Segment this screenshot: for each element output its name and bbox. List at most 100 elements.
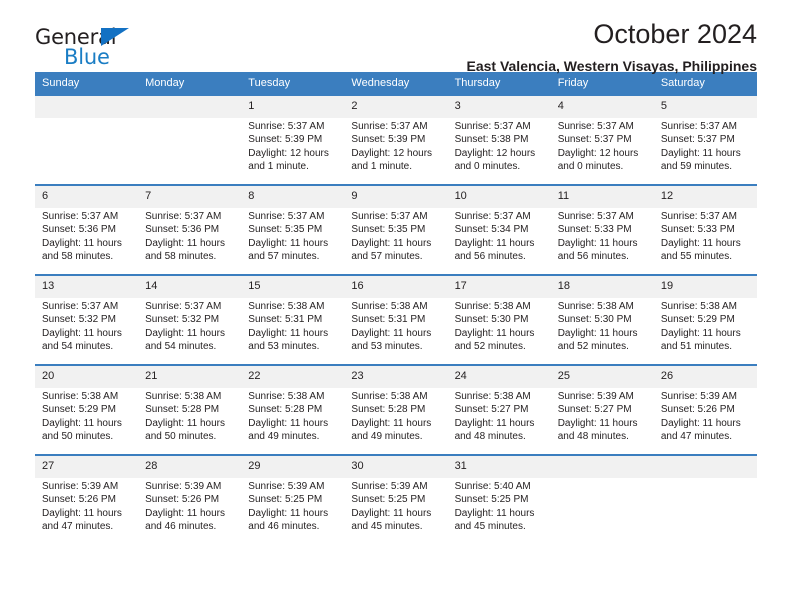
calendar-day-cell[interactable]: 24 Sunrise: 5:38 AM Sunset: 5:27 PM Dayligh… [447, 365, 551, 455]
calendar-day-cell[interactable]: 16 Sunrise: 5:38 AM Sunset: 5:31 PM Dayligh… [344, 275, 448, 365]
calendar-day-cell[interactable]: 4 Sunrise: 5:37 AM Sunset: 5:37 PM Daylight… [550, 95, 654, 185]
calendar-day-cell[interactable]: 23 Sunrise: 5:38 AM Sunset: 5:28 PM Dayligh… [344, 365, 448, 455]
calendar-day-cell[interactable]: 21 Sunrise: 5:38 AM Sunset: 5:28 PM Dayligh… [138, 365, 242, 455]
calendar-day-cell[interactable]: 5 Sunrise: 5:37 AM Sunset: 5:37 PM Daylight… [653, 95, 757, 185]
day-number: 13 [35, 276, 139, 298]
daylight-duration-line2: and 46 minutes. [145, 520, 217, 532]
day-details: Sunrise: 5:37 AM Sunset: 5:34 PM Daylight:… [448, 208, 551, 263]
day-number: 28 [138, 456, 242, 478]
daylight-duration-line1: Daylight: 11 hours [248, 327, 329, 339]
sunset-time: Sunset: 5:26 PM [145, 494, 220, 506]
calendar-day-cell[interactable]: 8 Sunrise: 5:37 AM Sunset: 5:35 PM Daylight… [241, 185, 345, 275]
daylight-duration-line1: Daylight: 11 hours [454, 417, 535, 429]
page-title: October 2024 [593, 19, 757, 49]
calendar-day-cell[interactable]: 30 Sunrise: 5:39 AM Sunset: 5:25 PM Dayligh… [344, 455, 448, 544]
calendar-day-cell[interactable]: 9 Sunrise: 5:37 AM Sunset: 5:35 PM Daylight… [344, 185, 448, 275]
calendar-day-cell[interactable]: 31 Sunrise: 5:40 AM Sunset: 5:25 PM Dayligh… [447, 455, 551, 544]
day-number [653, 456, 757, 478]
location-subtitle: East Valencia, Western Visayas, Philippi… [466, 58, 757, 74]
calendar-day-cell[interactable]: 13 Sunrise: 5:37 AM Sunset: 5:32 PM Dayligh… [35, 275, 139, 365]
calendar-day-cell[interactable]: 12 Sunrise: 5:37 AM Sunset: 5:33 PM Dayligh… [653, 185, 757, 275]
sunset-time: Sunset: 5:39 PM [351, 134, 426, 146]
sunset-time: Sunset: 5:28 PM [248, 404, 323, 416]
calendar-empty-cell [35, 95, 139, 185]
calendar-day-cell[interactable]: 11 Sunrise: 5:37 AM Sunset: 5:33 PM Dayligh… [550, 185, 654, 275]
generalblue-logo[interactable]: General Blue [35, 26, 155, 72]
day-details: Sunrise: 5:38 AM Sunset: 5:30 PM Daylight:… [551, 298, 654, 353]
daylight-duration-line1: Daylight: 11 hours [145, 417, 225, 429]
day-number: 12 [653, 186, 757, 208]
calendar-week-row: 6 Sunrise: 5:37 AM Sunset: 5:36 PM Daylight… [35, 185, 757, 275]
sunrise-time: Sunrise: 5:38 AM [660, 301, 737, 312]
weekday-header-monday: Monday [138, 72, 242, 95]
daylight-duration-line1: Daylight: 11 hours [660, 417, 741, 429]
sunset-time: Sunset: 5:25 PM [454, 494, 529, 506]
daylight-duration-line1: Daylight: 11 hours [248, 237, 329, 249]
calendar-day-cell[interactable]: 28 Sunrise: 5:39 AM Sunset: 5:26 PM Dayligh… [138, 455, 242, 544]
calendar-day-cell[interactable]: 1 Sunrise: 5:37 AM Sunset: 5:39 PM Daylight… [241, 95, 345, 185]
calendar-day-cell[interactable]: 26 Sunrise: 5:39 AM Sunset: 5:26 PM Dayligh… [653, 365, 757, 455]
daylight-duration-line1: Daylight: 11 hours [351, 417, 432, 429]
day-number: 25 [550, 366, 654, 388]
daylight-duration-line2: and 46 minutes. [248, 520, 320, 532]
day-number: 29 [241, 456, 345, 478]
weekday-header-tuesday: Tuesday [241, 72, 345, 95]
weekday-header-thursday: Thursday [447, 72, 551, 95]
daylight-duration-line2: and 54 minutes. [145, 340, 217, 352]
day-number: 3 [447, 96, 551, 118]
calendar-day-cell[interactable]: 18 Sunrise: 5:38 AM Sunset: 5:30 PM Dayligh… [550, 275, 654, 365]
sunset-time: Sunset: 5:32 PM [145, 314, 220, 326]
day-number: 23 [344, 366, 448, 388]
calendar-empty-cell [138, 95, 242, 185]
day-number: 22 [241, 366, 345, 388]
sunrise-time: Sunrise: 5:37 AM [145, 301, 222, 312]
calendar-day-cell[interactable]: 7 Sunrise: 5:37 AM Sunset: 5:36 PM Daylight… [138, 185, 242, 275]
daylight-duration-line1: Daylight: 11 hours [660, 237, 741, 249]
sunrise-time: Sunrise: 5:37 AM [557, 211, 634, 222]
day-number: 15 [241, 276, 345, 298]
sunrise-time: Sunrise: 5:39 AM [351, 481, 428, 492]
day-number: 26 [653, 366, 757, 388]
daylight-duration-line1: Daylight: 11 hours [42, 417, 122, 429]
sunrise-time: Sunrise: 5:37 AM [248, 121, 325, 132]
sunset-time: Sunset: 5:35 PM [351, 224, 426, 236]
calendar-day-cell[interactable]: 27 Sunrise: 5:39 AM Sunset: 5:26 PM Dayligh… [35, 455, 139, 544]
sunset-time: Sunset: 5:36 PM [42, 224, 116, 236]
day-number: 18 [550, 276, 654, 298]
daylight-duration-line1: Daylight: 11 hours [454, 507, 535, 519]
day-number: 14 [138, 276, 242, 298]
sunrise-time: Sunrise: 5:37 AM [660, 121, 737, 132]
calendar-day-cell[interactable]: 6 Sunrise: 5:37 AM Sunset: 5:36 PM Daylight… [35, 185, 139, 275]
calendar-day-cell[interactable]: 20 Sunrise: 5:38 AM Sunset: 5:29 PM Dayligh… [35, 365, 139, 455]
calendar-day-cell[interactable]: 29 Sunrise: 5:39 AM Sunset: 5:25 PM Dayligh… [241, 455, 345, 544]
sunset-time: Sunset: 5:26 PM [660, 404, 735, 416]
daylight-duration-line2: and 1 minute. [248, 160, 309, 172]
calendar-day-cell[interactable]: 10 Sunrise: 5:37 AM Sunset: 5:34 PM Dayligh… [447, 185, 551, 275]
calendar-day-cell[interactable]: 25 Sunrise: 5:39 AM Sunset: 5:27 PM Dayligh… [550, 365, 654, 455]
calendar-day-cell[interactable]: 14 Sunrise: 5:37 AM Sunset: 5:32 PM Dayligh… [138, 275, 242, 365]
sunset-time: Sunset: 5:31 PM [248, 314, 323, 326]
calendar-page: General Blue October 2024 East Valencia,… [0, 0, 792, 612]
daylight-duration-line2: and 45 minutes. [454, 520, 526, 532]
calendar-day-cell[interactable]: 3 Sunrise: 5:37 AM Sunset: 5:38 PM Daylight… [447, 95, 551, 185]
sunset-time: Sunset: 5:31 PM [351, 314, 426, 326]
daylight-duration-line2: and 1 minute. [351, 160, 413, 172]
sunrise-time: Sunrise: 5:39 AM [660, 391, 737, 402]
day-number: 4 [550, 96, 654, 118]
calendar-day-cell[interactable]: 17 Sunrise: 5:38 AM Sunset: 5:30 PM Dayligh… [447, 275, 551, 365]
daylight-duration-line1: Daylight: 11 hours [42, 507, 122, 519]
daylight-duration-line2: and 0 minutes. [557, 160, 624, 172]
logo-text-blue: Blue [64, 45, 110, 69]
calendar-day-cell[interactable]: 15 Sunrise: 5:38 AM Sunset: 5:31 PM Dayligh… [241, 275, 345, 365]
day-number: 30 [344, 456, 448, 478]
day-number: 6 [35, 186, 139, 208]
daylight-duration-line2: and 47 minutes. [660, 430, 733, 442]
calendar-empty-cell [550, 455, 654, 544]
calendar-day-cell[interactable]: 19 Sunrise: 5:38 AM Sunset: 5:29 PM Dayligh… [653, 275, 757, 365]
weekday-header-sunday: Sunday [35, 72, 139, 95]
calendar-day-cell[interactable]: 2 Sunrise: 5:37 AM Sunset: 5:39 PM Daylight… [344, 95, 448, 185]
sunset-time: Sunset: 5:25 PM [248, 494, 323, 506]
day-details: Sunrise: 5:37 AM Sunset: 5:35 PM Daylight:… [241, 208, 344, 263]
sunrise-sunset-calendar: Sunday Monday Tuesday Wednesday Thursday… [35, 72, 757, 544]
calendar-day-cell[interactable]: 22 Sunrise: 5:38 AM Sunset: 5:28 PM Dayligh… [241, 365, 345, 455]
